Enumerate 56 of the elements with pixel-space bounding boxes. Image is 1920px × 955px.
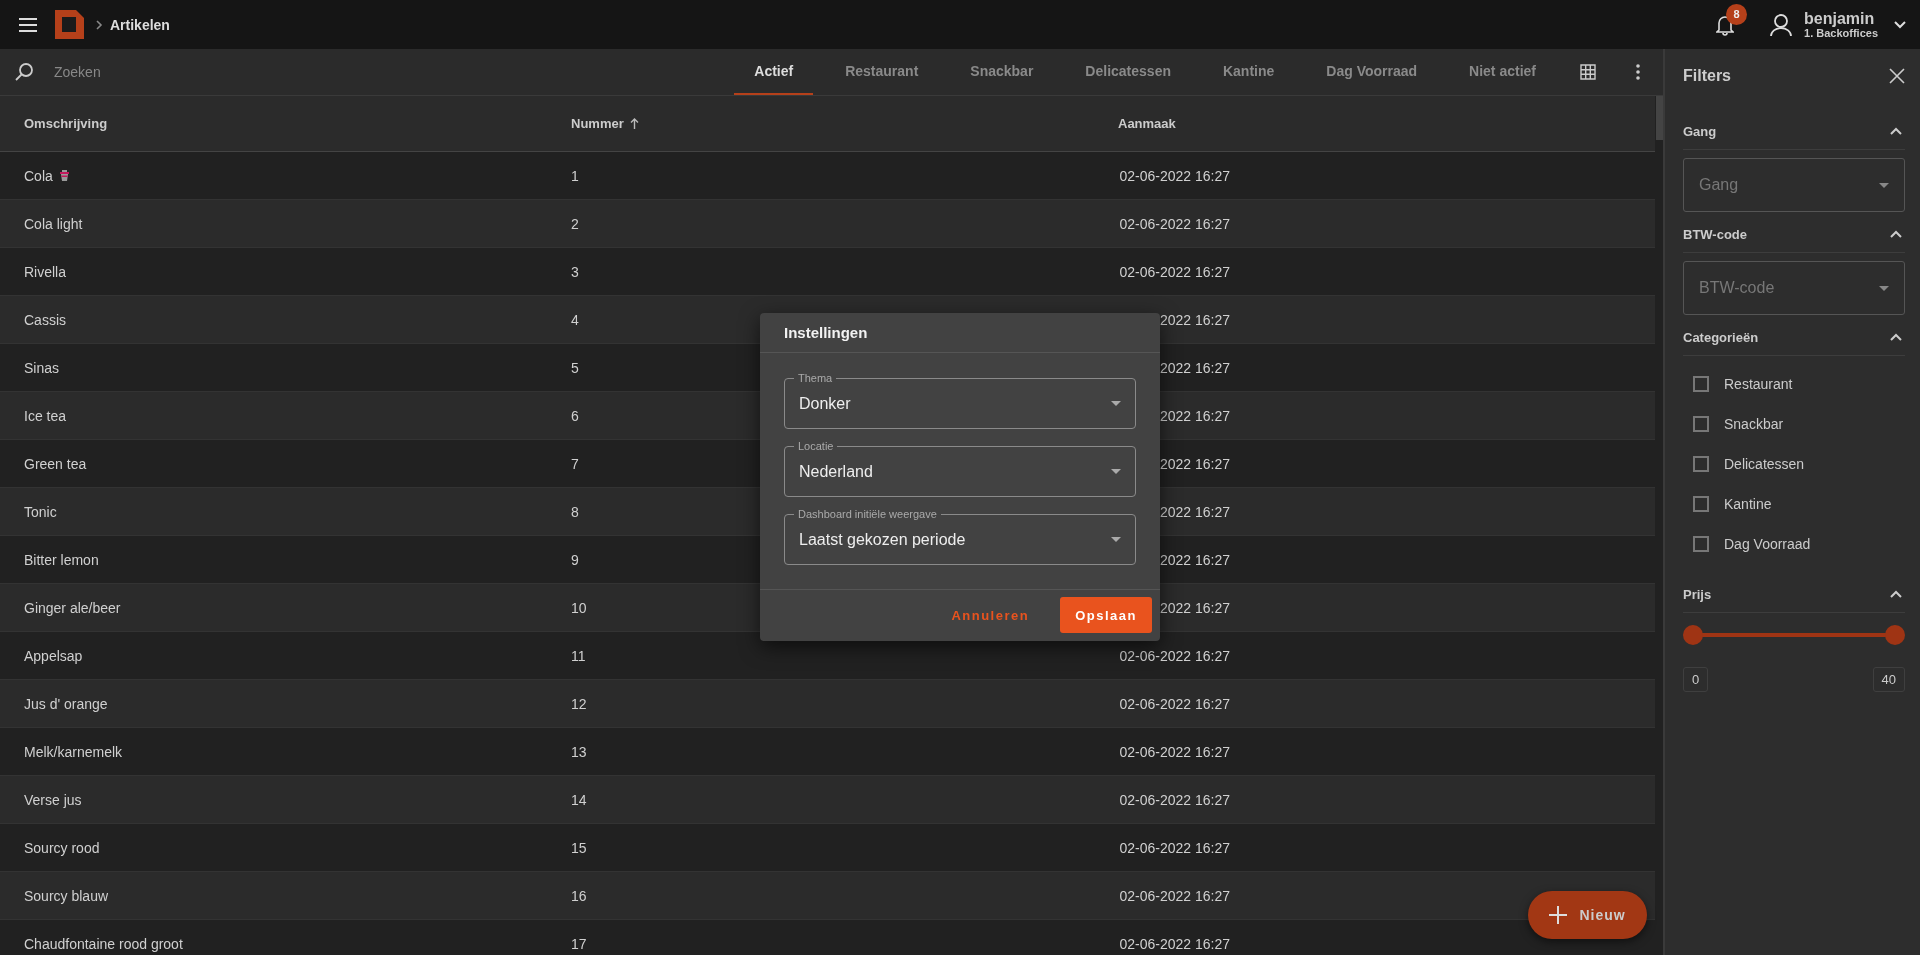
table-cell: 3 xyxy=(571,263,579,280)
table-cell: Jus d' orange xyxy=(24,695,108,712)
table-cell: 2022 16:27 xyxy=(1159,599,1230,616)
table-cell: 2022 16:27 xyxy=(1159,503,1230,520)
table-cell: 15 xyxy=(571,839,587,856)
table-cell: 4 xyxy=(571,311,579,328)
table-cell: 02-06-2022 16:27 xyxy=(1119,839,1230,856)
table-cell: Cola light xyxy=(24,215,83,232)
table-cell: 02-06-2022 16:27 xyxy=(1119,215,1230,232)
table-cell: Sourcy blauw xyxy=(24,887,109,904)
table-cell: Melk/karnemelk xyxy=(24,743,123,760)
table-cell: 16 xyxy=(571,887,587,904)
user-role: 1. Backoffices xyxy=(1804,27,1878,40)
table-cell: 5 xyxy=(571,359,579,376)
table-cell: 17 xyxy=(571,935,587,952)
user-name: benjamin xyxy=(1804,9,1876,28)
table-cell: 02-06-2022 16:27 xyxy=(1119,647,1230,664)
table-cell: 14 xyxy=(571,791,587,808)
table-cell: Ice tea xyxy=(24,407,67,424)
table-cell: 11 xyxy=(571,647,586,664)
table-cell: 02-06-2022 16:27 xyxy=(1119,935,1230,952)
table-cell: 10 xyxy=(571,599,587,616)
table-cell: 2022 16:27 xyxy=(1159,407,1230,424)
table-cell: 02-06-2022 16:27 xyxy=(1119,263,1230,280)
table-cell: Rivella xyxy=(24,263,66,280)
table-cell: Green tea xyxy=(24,455,87,472)
table-cell: 02-06-2022 16:27 xyxy=(1119,743,1230,760)
table-cell: 2022 16:27 xyxy=(1159,551,1230,568)
dialog-title: Instellingen xyxy=(760,313,1160,353)
table-cell: Appelsap xyxy=(24,647,83,664)
table-cell: Chaudfontaine rood groot xyxy=(24,935,183,952)
table-cell: 1 xyxy=(571,167,579,184)
table-cell: Bitter lemon xyxy=(24,551,99,568)
table-cell: Verse jus xyxy=(24,791,82,808)
table-cell: Cassis xyxy=(24,311,66,328)
table-cell: Sinas xyxy=(24,359,60,376)
table-cell: 8 xyxy=(571,503,579,520)
table-cell: Tonic xyxy=(24,503,57,520)
table-cell: 2022 16:27 xyxy=(1159,311,1230,328)
table-cell: 2 xyxy=(571,215,579,232)
table-cell: 02-06-2022 16:27 xyxy=(1119,887,1230,904)
table-cell: Sourcy rood xyxy=(24,839,100,856)
table-cell: 7 xyxy=(571,455,579,472)
table-cell: 02-06-2022 16:27 xyxy=(1119,167,1230,184)
table-cell: 2022 16:27 xyxy=(1159,455,1230,472)
table-cell: 6 xyxy=(571,407,579,424)
table-cell: 2022 16:27 xyxy=(1159,359,1230,376)
notification-badge: 8 xyxy=(1726,3,1747,25)
table-cell: 9 xyxy=(571,551,579,568)
table-cell: 13 xyxy=(571,743,587,760)
panel-title: Filters xyxy=(1683,67,1731,85)
table-cell: 12 xyxy=(571,695,587,712)
table-cell: Cola xyxy=(24,167,53,184)
table-cell: 02-06-2022 16:27 xyxy=(1119,695,1230,712)
table-cell: 02-06-2022 16:27 xyxy=(1119,791,1230,808)
table-cell: Ginger ale/beer xyxy=(24,599,121,616)
